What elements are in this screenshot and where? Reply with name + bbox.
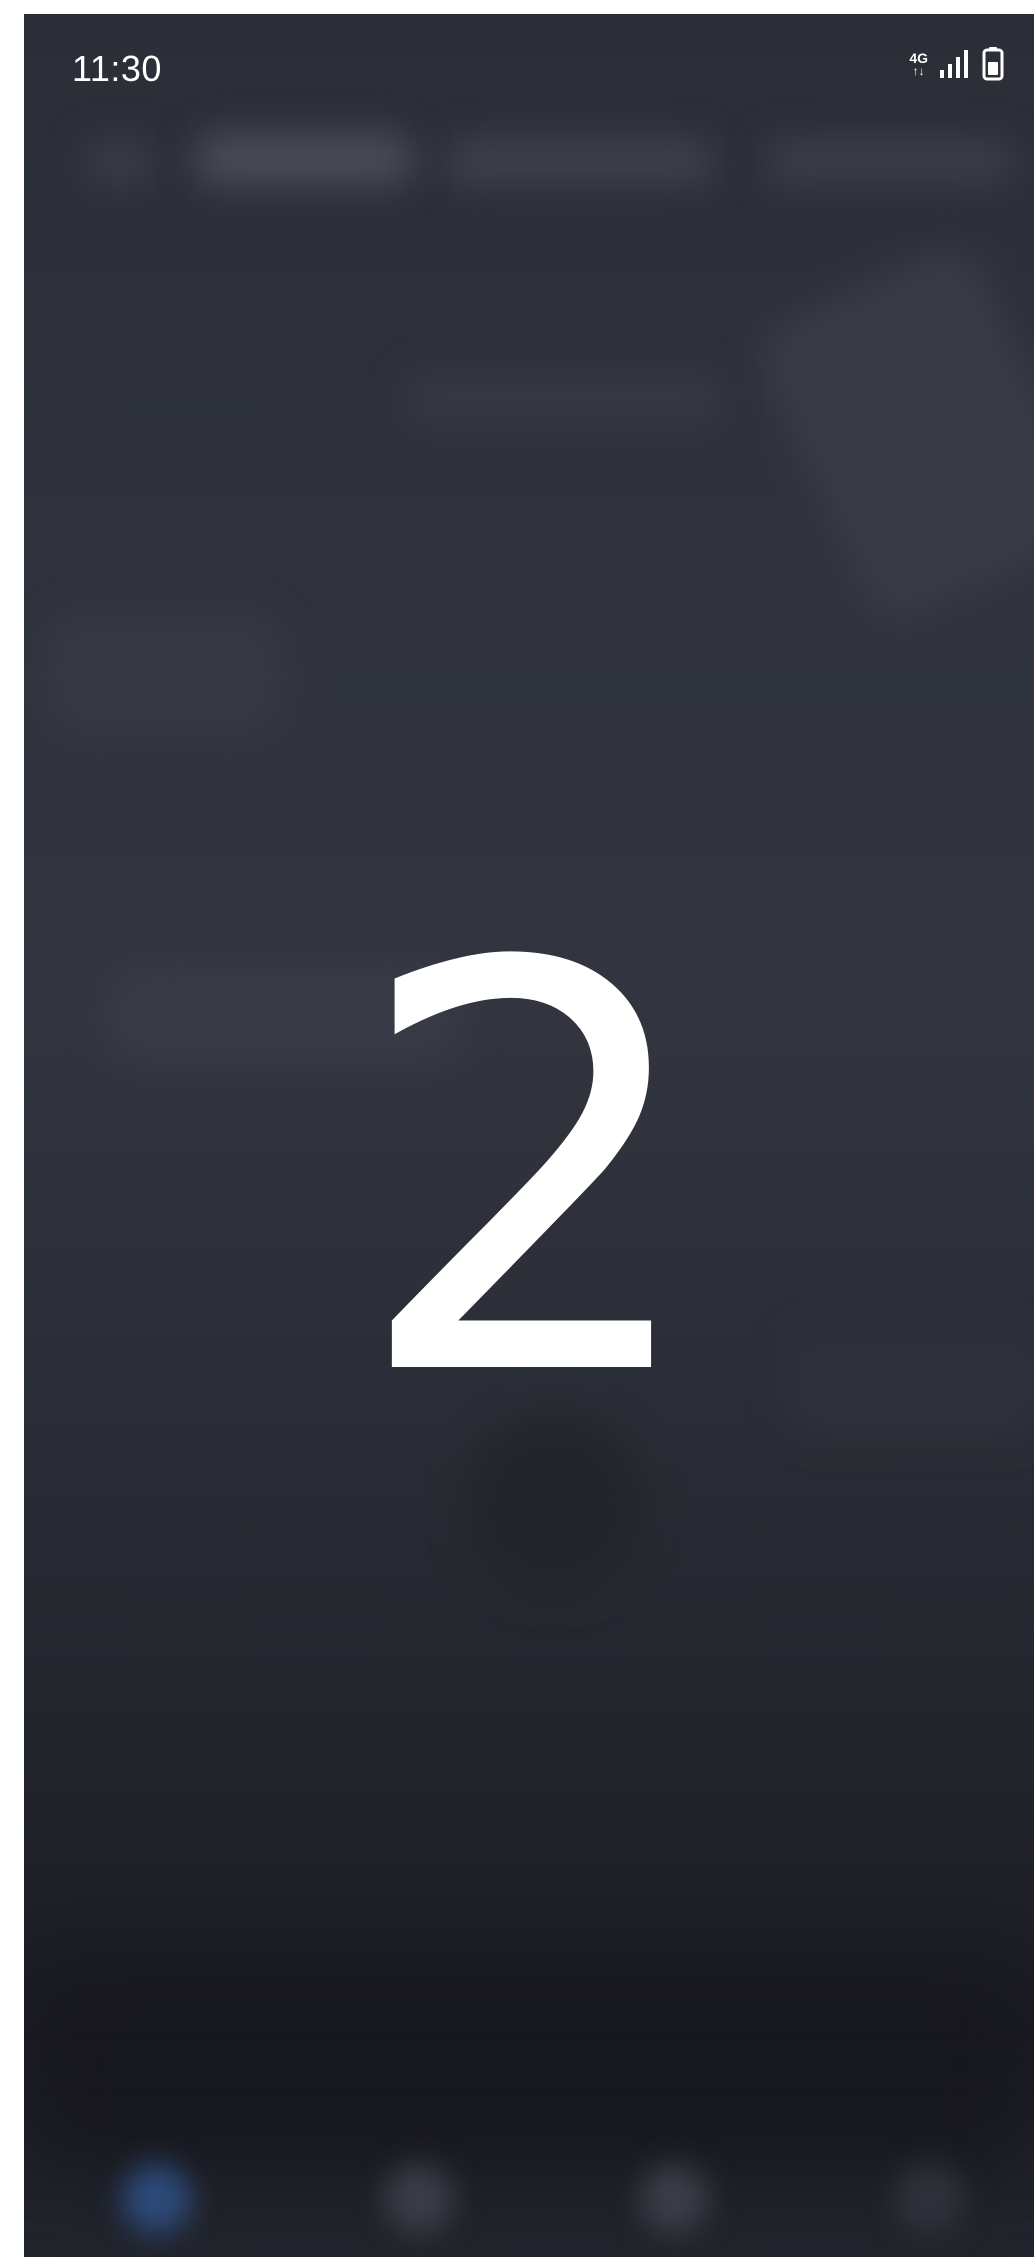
blurred-background-shape xyxy=(84,139,154,184)
network-type-label: 4G xyxy=(909,50,928,66)
battery-icon xyxy=(982,47,1004,81)
status-time: 11:30 xyxy=(72,48,162,89)
blurred-background-shape xyxy=(44,614,284,734)
network-activity-arrows: ↑↓ xyxy=(912,64,925,78)
camera-countdown-screen: 11:30 4G ↑↓ 2 xyxy=(24,14,1034,2257)
blurred-background-shape xyxy=(24,1964,1034,2164)
blurred-background-shape xyxy=(444,139,714,184)
status-bar: 11:30 4G ↑↓ xyxy=(24,14,1034,104)
blurred-background-shape xyxy=(747,238,1034,630)
blurred-control-icon xyxy=(894,2164,964,2234)
blurred-background-shape xyxy=(194,134,414,184)
blurred-control-icon xyxy=(122,2164,192,2234)
blurred-control-icon xyxy=(384,2164,454,2234)
status-icons: 4G ↑↓ xyxy=(909,44,1004,84)
signal-icon xyxy=(940,50,968,78)
countdown-number: 2 xyxy=(350,848,708,1500)
blurred-background-shape xyxy=(404,374,724,424)
network-4g-icon: 4G ↑↓ xyxy=(909,51,928,77)
blurred-control-icon xyxy=(639,2164,709,2234)
blurred-bottom-controls xyxy=(24,2144,1034,2254)
blurred-background-shape xyxy=(764,139,1014,184)
